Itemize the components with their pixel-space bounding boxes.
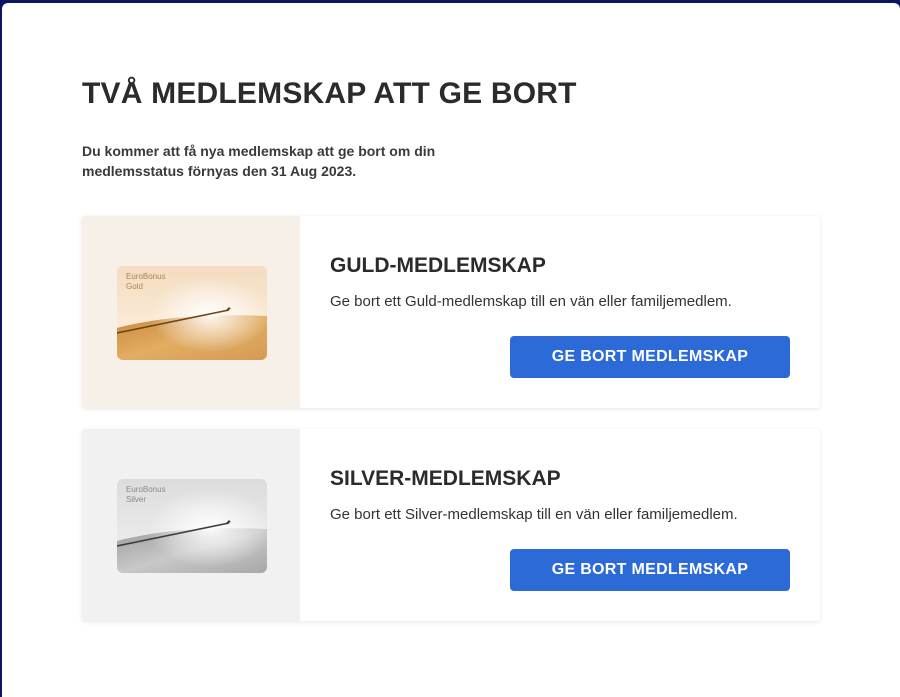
silver-card-tier-text: Silver [126, 495, 146, 504]
gold-membership-heading: GULD-MEDLEMSKAP [330, 254, 546, 277]
gold-card-brand-text: EuroBonus [126, 272, 166, 281]
dialog-subtitle: Du kommer att få nya medlemskap att ge b… [82, 143, 436, 179]
silver-membership-description: Ge bort ett Silver-medlemskap till en vä… [330, 506, 738, 523]
dialog-title: TVÅ MEDLEMSKAP ATT GE BORT [82, 77, 577, 110]
gold-membership-card: EuroBonus Gold GULD-MEDLEMSKAP Ge bort e… [82, 216, 820, 408]
gold-card-image-panel: EuroBonus Gold [82, 216, 300, 408]
silver-card-image-panel: EuroBonus Silver [82, 429, 300, 621]
silver-membership-card: EuroBonus Silver SILVER-MEDLEMSKAP Ge bo… [82, 429, 820, 621]
give-gold-membership-button[interactable]: GE BORT MEDLEMSKAP [510, 336, 790, 378]
gold-membership-description: Ge bort ett Guld-medlemskap till en vän … [330, 293, 732, 310]
give-silver-membership-button[interactable]: GE BORT MEDLEMSKAP [510, 549, 790, 591]
silver-card-brand-text: EuroBonus [126, 485, 166, 494]
eurobonus-silver-card-image: EuroBonus Silver [117, 479, 267, 573]
gold-card-tier-text: Gold [126, 282, 143, 291]
eurobonus-gold-card-image: EuroBonus Gold [117, 266, 267, 360]
silver-membership-heading: SILVER-MEDLEMSKAP [330, 467, 561, 490]
gift-membership-dialog: TVÅ MEDLEMSKAP ATT GE BORT Du kommer att… [2, 3, 900, 697]
